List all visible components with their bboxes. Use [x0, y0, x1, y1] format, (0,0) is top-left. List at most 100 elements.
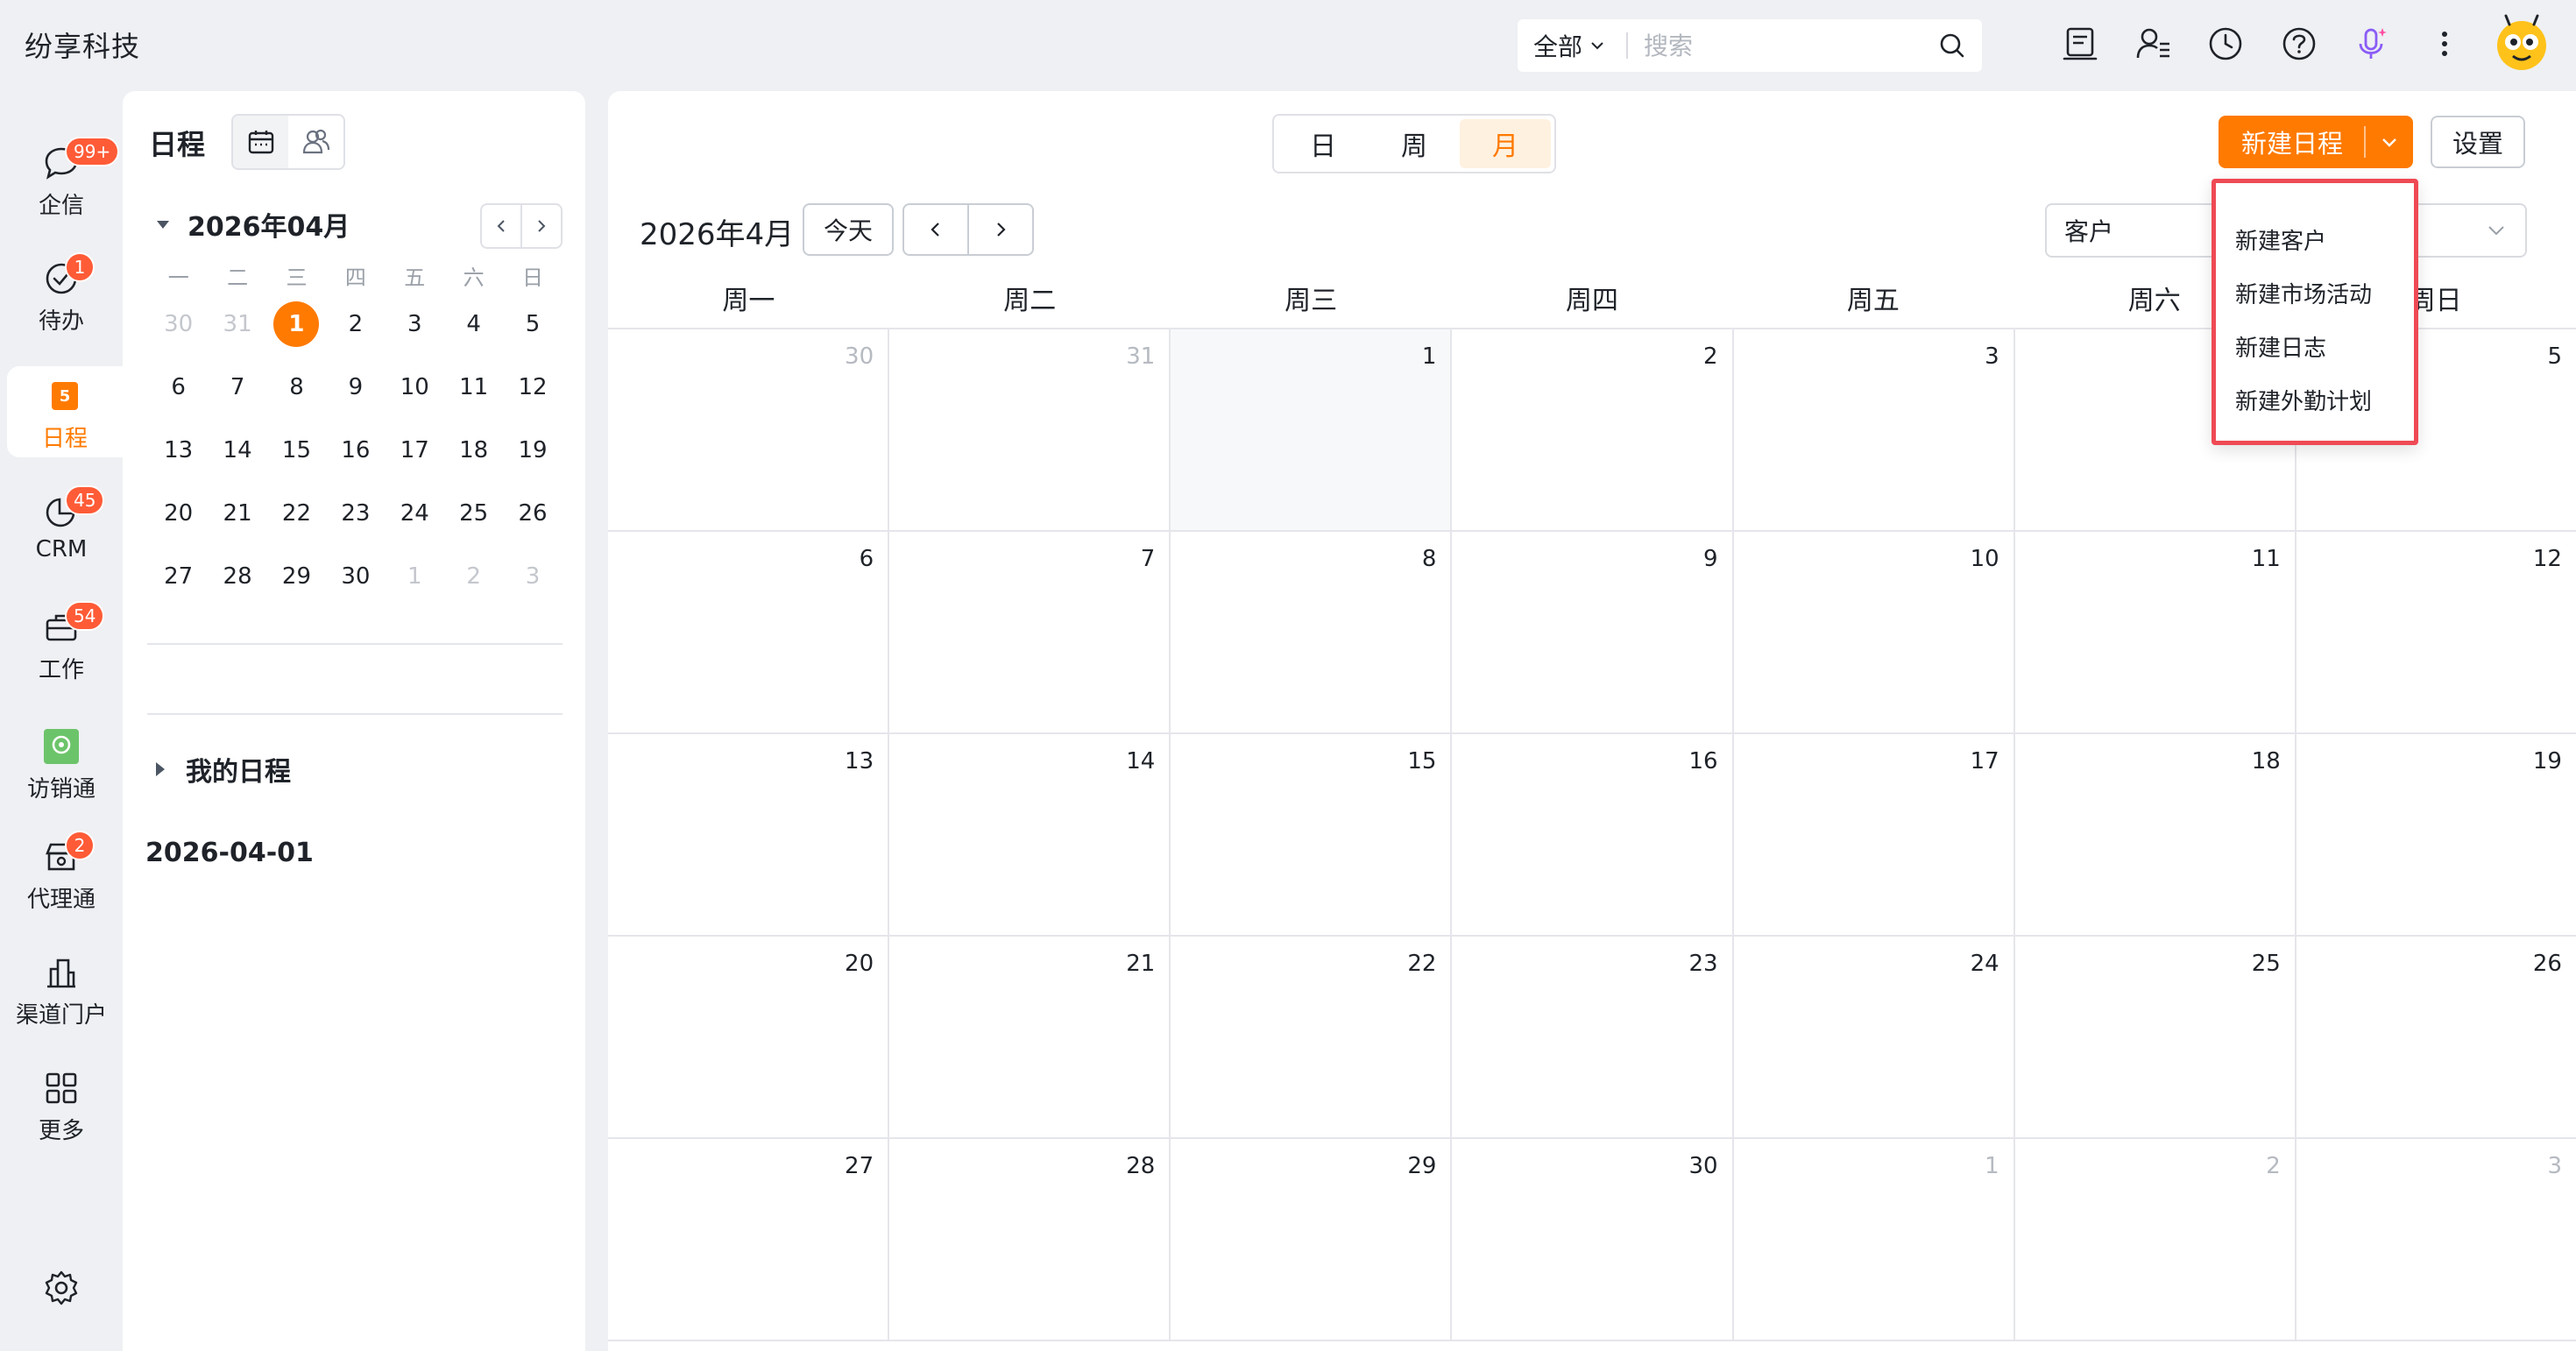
day-cell[interactable]: 14 [889, 734, 1171, 935]
day-cell[interactable]: 28 [889, 1139, 1171, 1340]
day-cell[interactable]: 23 [1452, 937, 1734, 1137]
nav-item-messaging[interactable]: 99+ 企信 [7, 133, 120, 224]
menu-item-new-customer[interactable]: 新建客户 [2216, 213, 2414, 266]
gear-icon[interactable] [42, 1269, 81, 1307]
new-schedule-button[interactable]: 新建日程 [2219, 116, 2413, 168]
mini-day[interactable]: 16 [326, 437, 385, 463]
ai-microphone-icon[interactable] [2352, 25, 2390, 63]
mini-day[interactable]: 26 [503, 500, 562, 527]
mini-day-today[interactable]: 1 [267, 301, 326, 347]
nav-item-more[interactable]: 更多 [7, 1058, 116, 1149]
tab-week[interactable]: 周 [1369, 119, 1460, 168]
day-cell[interactable]: 3 [1734, 329, 2015, 530]
global-search[interactable]: 全部 [1518, 19, 1982, 72]
day-cell[interactable]: 12 [2296, 532, 2576, 732]
day-cell[interactable]: 25 [2015, 937, 2296, 1137]
mini-day[interactable]: 11 [444, 374, 503, 400]
search-scope-select[interactable]: 全部 [1518, 28, 1629, 63]
new-schedule-dropdown-toggle[interactable] [2366, 131, 2413, 152]
avatar[interactable] [2490, 12, 2553, 75]
search-icon[interactable] [1938, 32, 1966, 60]
mini-prev-month-button[interactable] [482, 205, 522, 247]
mini-day[interactable]: 8 [267, 374, 326, 400]
mini-day[interactable]: 7 [208, 374, 266, 400]
next-month-button[interactable] [969, 205, 1032, 254]
tab-day[interactable]: 日 [1277, 119, 1369, 168]
mini-day[interactable]: 22 [267, 500, 326, 527]
mini-day[interactable]: 25 [444, 500, 503, 527]
mini-day[interactable]: 13 [149, 437, 208, 463]
day-cell[interactable]: 27 [608, 1139, 890, 1340]
mini-day[interactable]: 20 [149, 500, 208, 527]
day-cell[interactable]: 13 [608, 734, 890, 935]
nav-item-todo[interactable]: 1 待办 [7, 249, 116, 340]
menu-item-new-marketing-event[interactable]: 新建市场活动 [2216, 266, 2414, 320]
nav-item-crm[interactable]: 45 CRM [7, 482, 116, 573]
mini-day[interactable]: 1 [386, 563, 444, 590]
nav-item-visit-sales[interactable]: 访销通 [7, 717, 116, 808]
mini-day[interactable]: 24 [386, 500, 444, 527]
day-cell[interactable]: 7 [889, 532, 1171, 732]
nav-item-agent[interactable]: 2 代理通 [7, 827, 116, 918]
day-cell[interactable]: 30 [608, 329, 890, 530]
mini-day[interactable]: 2 [444, 563, 503, 590]
contacts-icon[interactable] [2134, 25, 2173, 63]
mini-day[interactable]: 17 [386, 437, 444, 463]
my-schedule-toggle[interactable]: 我的日程 [152, 750, 291, 789]
mini-day[interactable]: 18 [444, 437, 503, 463]
mini-day[interactable]: 15 [267, 437, 326, 463]
mini-day[interactable]: 10 [386, 374, 444, 400]
day-cell[interactable]: 31 [889, 329, 1171, 530]
mini-calendar-header[interactable]: 2026年04月 [154, 205, 350, 244]
nav-item-work[interactable]: 54 工作 [7, 598, 116, 689]
day-cell[interactable]: 9 [1452, 532, 1734, 732]
mini-day[interactable]: 30 [149, 311, 208, 337]
team-calendar-view-button[interactable] [288, 116, 343, 168]
tab-month[interactable]: 月 [1460, 119, 1551, 168]
mini-day[interactable]: 30 [326, 563, 385, 590]
mini-day[interactable]: 19 [503, 437, 562, 463]
prev-month-button[interactable] [904, 205, 969, 254]
mini-day[interactable]: 12 [503, 374, 562, 400]
day-cell[interactable]: 3 [2296, 1139, 2576, 1340]
day-cell[interactable]: 18 [2015, 734, 2296, 935]
day-cell[interactable]: 8 [1171, 532, 1453, 732]
mini-day[interactable]: 5 [503, 311, 562, 337]
day-cell[interactable]: 26 [2296, 937, 2576, 1137]
announcement-icon[interactable] [2061, 25, 2099, 63]
day-cell[interactable]: 20 [608, 937, 890, 1137]
menu-item-new-log[interactable]: 新建日志 [2216, 320, 2414, 373]
day-cell[interactable]: 2 [2015, 1139, 2296, 1340]
day-cell[interactable]: 29 [1171, 1139, 1453, 1340]
day-cell[interactable]: 22 [1171, 937, 1453, 1137]
mini-day[interactable]: 27 [149, 563, 208, 590]
help-icon[interactable] [2280, 25, 2318, 63]
day-cell[interactable]: 24 [1734, 937, 2015, 1137]
search-input[interactable] [1628, 31, 1944, 60]
mini-day[interactable]: 6 [149, 374, 208, 400]
mini-day[interactable]: 21 [208, 500, 266, 527]
day-cell-selected[interactable]: 1 [1171, 329, 1453, 530]
clock-icon[interactable] [2206, 25, 2245, 63]
mini-day[interactable]: 29 [267, 563, 326, 590]
mini-day[interactable]: 3 [503, 563, 562, 590]
mini-day[interactable]: 23 [326, 500, 385, 527]
mini-next-month-button[interactable] [522, 205, 561, 247]
settings-button[interactable]: 设置 [2431, 116, 2525, 168]
day-cell[interactable]: 1 [1734, 1139, 2015, 1340]
caret-down-icon[interactable] [154, 216, 172, 233]
calendar-view-toggle[interactable] [231, 114, 345, 170]
nav-item-schedule[interactable]: 5 日程 [7, 366, 123, 457]
mini-day[interactable]: 14 [208, 437, 266, 463]
day-cell[interactable]: 10 [1734, 532, 2015, 732]
day-cell[interactable]: 11 [2015, 532, 2296, 732]
day-cell[interactable]: 6 [608, 532, 890, 732]
day-cell[interactable]: 30 [1452, 1139, 1734, 1340]
mini-day[interactable]: 31 [208, 311, 266, 337]
day-cell[interactable]: 19 [2296, 734, 2576, 935]
my-calendar-view-button[interactable] [233, 116, 288, 168]
day-cell[interactable]: 2 [1452, 329, 1734, 530]
mini-day[interactable]: 4 [444, 311, 503, 337]
mini-day[interactable]: 9 [326, 374, 385, 400]
day-cell[interactable]: 16 [1452, 734, 1734, 935]
